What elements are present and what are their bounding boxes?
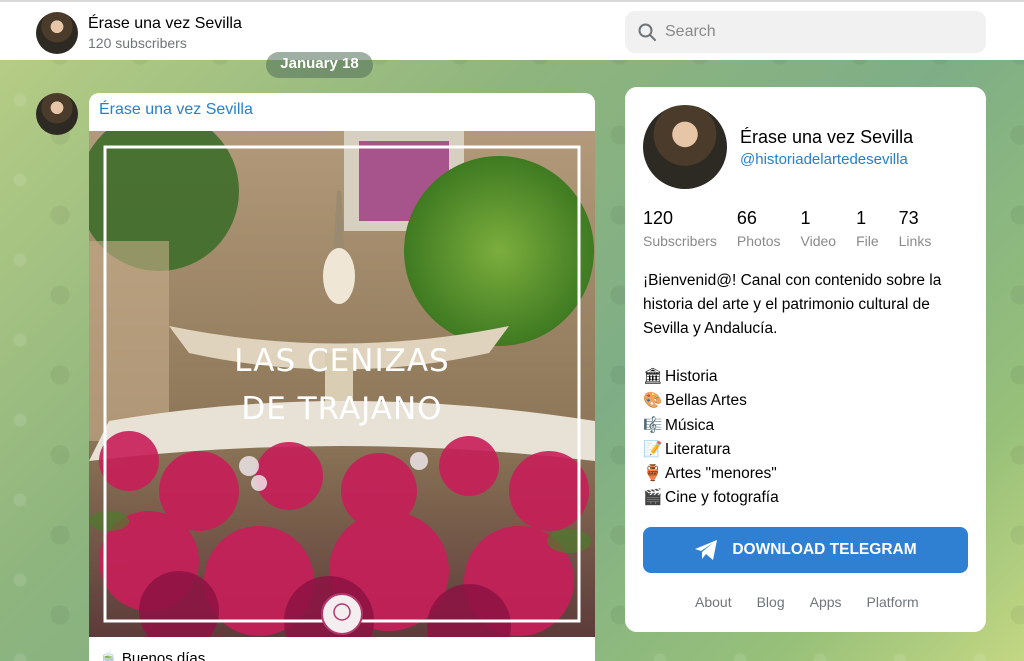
feature-item: 🏛 Historia — [643, 365, 779, 389]
stat-value: 1 — [800, 208, 811, 228]
building-icon: 🏛 — [643, 368, 663, 385]
search-input[interactable] — [665, 11, 965, 53]
stat-value: 1 — [856, 208, 867, 228]
date-separator: January 18 — [266, 52, 373, 78]
feature-label: Música — [665, 416, 715, 434]
profile-avatar — [643, 105, 727, 189]
music-score-icon: 🎼 — [643, 416, 663, 434]
stat-label: Subscribers — [643, 233, 717, 249]
stat-value: 120 — [643, 208, 674, 228]
stat-photos: 66 Photos — [737, 207, 781, 249]
feature-label: Historia — [665, 368, 718, 385]
image-title-line-2: DE TRAJANO — [241, 391, 442, 427]
link-platform[interactable]: Platform — [867, 594, 919, 610]
download-label: DOWNLOAD TELEGRAM — [732, 541, 917, 558]
feature-label: Literatura — [665, 440, 731, 458]
subscriber-count: 120 subscribers — [88, 35, 187, 51]
link-about[interactable]: About — [695, 594, 732, 610]
palette-icon: 🎨 — [643, 392, 663, 410]
stat-value: 66 — [736, 208, 757, 228]
stat-value: 73 — [898, 208, 919, 228]
feature-label: Artes "menores" — [665, 465, 777, 483]
stat-label: Links — [898, 233, 932, 249]
channel-stats: 120 Subscribers 66 Photos 1 Video 1 File… — [643, 207, 951, 249]
search-box[interactable] — [625, 11, 986, 53]
post-caption: 🍵 Buenos días — [99, 650, 206, 661]
profile-handle[interactable]: @historiadelartedesevilla — [740, 151, 908, 168]
feature-label: Cine y fotografía — [665, 489, 779, 507]
stat-label: Photos — [736, 233, 781, 249]
memo-icon: 📝 — [643, 440, 663, 458]
feature-item: 📝 Literatura — [643, 438, 779, 462]
channel-description: ¡Bienvenid@! Canal con contenido sobre l… — [643, 272, 942, 337]
footer-links: About Blog Apps Platform — [695, 594, 944, 610]
feature-item: 🎨 Bellas Artes — [643, 389, 779, 413]
channel-info-card: Érase una vez Sevilla @historiadelartede… — [625, 87, 986, 632]
download-telegram-button[interactable]: DOWNLOAD TELEGRAM — [643, 527, 968, 573]
post-image[interactable]: LAS CENIZAS DE TRAJANO — [89, 131, 595, 637]
link-apps[interactable]: Apps — [810, 594, 842, 610]
stat-label: Video — [800, 233, 837, 249]
clapper-icon: 🎬 — [643, 489, 663, 507]
paper-plane-icon — [695, 540, 718, 560]
feature-item: 🎼 Música — [643, 414, 779, 438]
message-avatar[interactable] — [36, 93, 78, 135]
post-author[interactable]: Érase una vez Sevilla — [99, 101, 253, 119]
feature-list: 🏛 Historia 🎨 Bellas Artes 🎼 Música 📝 Lit… — [643, 365, 779, 511]
stat-links: 73 Links — [899, 207, 932, 249]
stat-label: File — [856, 233, 879, 249]
amphora-icon: 🏺 — [643, 465, 663, 483]
feature-item: 🏺 Artes "menores" — [643, 462, 779, 486]
channel-avatar[interactable] — [36, 12, 78, 54]
channel-post: Érase una vez Sevilla LAS CENIZAS DE TRA… — [89, 93, 595, 661]
search-icon — [638, 23, 656, 41]
stat-video: 1 Video — [801, 207, 837, 249]
channel-title[interactable]: Érase una vez Sevilla — [88, 15, 242, 33]
image-title-line-1: LAS CENIZAS — [234, 343, 449, 379]
feature-label: Bellas Artes — [665, 392, 747, 410]
feature-item: 🎬 Cine y fotografía — [643, 486, 779, 510]
top-bar: Érase una vez Sevilla 120 subscribers — [0, 0, 1024, 60]
link-blog[interactable]: Blog — [757, 594, 785, 610]
profile-name: Érase una vez Sevilla — [740, 127, 914, 147]
stat-subscribers: 120 Subscribers — [643, 207, 717, 249]
stat-file: 1 File — [856, 207, 879, 249]
